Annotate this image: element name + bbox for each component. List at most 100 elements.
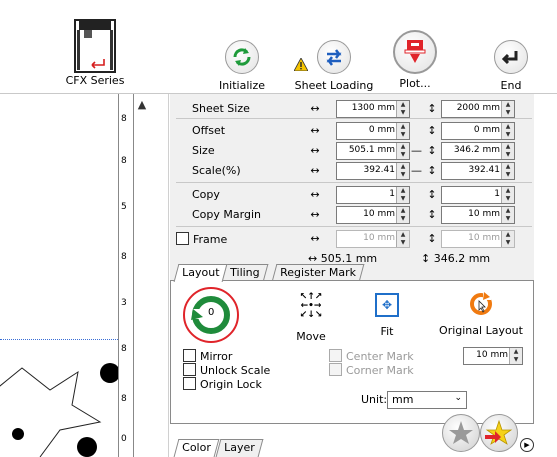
- plot-label: Plot...: [399, 77, 431, 90]
- checkbox-icon[interactable]: [176, 232, 189, 245]
- vertical-arrow-icon: ↕: [427, 144, 437, 157]
- warning-icon: [293, 57, 309, 74]
- spinner-icon[interactable]: ▲ ▼: [396, 101, 409, 117]
- vertical-arrow-icon: ↕: [427, 102, 437, 115]
- spinner-icon[interactable]: ▲ ▼: [396, 123, 409, 139]
- favorite-add-button[interactable]: [480, 414, 518, 452]
- device-label: CFX Series: [65, 74, 125, 87]
- ruler-tick: 3: [121, 298, 127, 308]
- sheet-size-row: Sheet Size ↔ 1300 mm ▲ ▼ ↕ 2000 mm ▲ ▼: [170, 98, 534, 120]
- scroll-up-button[interactable]: ▲: [135, 98, 149, 112]
- unit-value: mm: [392, 393, 414, 406]
- spinner-icon[interactable]: ▲ ▼: [501, 143, 514, 159]
- guide-line: [0, 339, 118, 340]
- checkbox-icon[interactable]: [329, 363, 342, 376]
- spinner-icon[interactable]: ▲ ▼: [396, 231, 409, 247]
- refresh-icon: [225, 40, 259, 74]
- unit-label: Unit:: [361, 393, 388, 406]
- checkbox-icon[interactable]: [183, 349, 196, 362]
- tab-color[interactable]: Color: [173, 439, 220, 457]
- return-arrow-icon: [494, 40, 528, 74]
- frame-label: Frame: [193, 233, 228, 246]
- frame-checkbox[interactable]: Frame: [176, 232, 227, 246]
- end-label: End: [500, 79, 522, 92]
- spinner-icon[interactable]: ▲ ▼: [396, 163, 409, 179]
- move-label: Move: [296, 330, 326, 343]
- divider: [176, 118, 532, 119]
- spinner-icon[interactable]: ▲ ▼: [396, 207, 409, 223]
- size-label: Size: [192, 144, 215, 157]
- checkbox-icon[interactable]: [329, 349, 342, 362]
- spinner-icon[interactable]: ▲ ▼: [396, 143, 409, 159]
- expand-icon[interactable]: ▶: [520, 438, 534, 452]
- mark-margin-input[interactable]: 10 mm ▲ ▼: [463, 347, 523, 365]
- frame-row: Frame ↔ 10 mm ▲ ▼ ↕ 10 mm ▲ ▼: [170, 228, 534, 250]
- horizontal-arrow-icon: ↔: [310, 164, 320, 177]
- copy-margin-x-input[interactable]: 10 mm ▲ ▼: [336, 206, 410, 224]
- spinner-icon[interactable]: ▲ ▼: [501, 231, 514, 247]
- star-shape[interactable]: [0, 360, 120, 457]
- scale-y-input[interactable]: 392.41 ▲ ▼: [441, 162, 515, 180]
- device-button[interactable]: CFX Series: [50, 17, 140, 87]
- copy-y-input[interactable]: 1 ▲ ▼: [441, 186, 515, 204]
- ruler-tick: 8: [121, 394, 127, 404]
- horizontal-arrow-icon: ↔: [310, 144, 320, 157]
- size-width-input[interactable]: 505.1 mm ▲ ▼: [336, 142, 410, 160]
- unlock-scale-checkbox[interactable]: Unlock Scale: [183, 363, 270, 377]
- settings-panel: Sheet Size ↔ 1300 mm ▲ ▼ ↕ 2000 mm ▲ ▼ Offse…: [170, 94, 534, 265]
- size-row: Size ↔ 505.1 mm ▲ ▼ — ↕ 346.2 mm ▲ ▼: [170, 140, 534, 162]
- favorite-remove-button[interactable]: [442, 414, 480, 452]
- ruler-tick: 5: [121, 202, 127, 212]
- rotate-button[interactable]: 0: [183, 287, 239, 343]
- offset-y-input[interactable]: 0 mm ▲ ▼: [441, 122, 515, 140]
- sheet-width-input[interactable]: 1300 mm ▲ ▼: [336, 100, 410, 118]
- cutter-pen-icon: [393, 30, 437, 74]
- ruler-tick: 8: [121, 156, 127, 166]
- ruler-tick: 8: [121, 344, 127, 354]
- frame-y-input[interactable]: 10 mm ▲ ▼: [441, 230, 515, 248]
- tab-layout[interactable]: Layout: [173, 264, 228, 282]
- size-height-input[interactable]: 346.2 mm ▲ ▼: [441, 142, 515, 160]
- offset-row: Offset ↔ 0 mm ▲ ▼ ↕ 0 mm ▲ ▼: [170, 120, 534, 142]
- scale-x-input[interactable]: 392.41 ▲ ▼: [336, 162, 410, 180]
- vertical-arrow-icon: ↕: [427, 188, 437, 201]
- sheet-height-input[interactable]: 2000 mm ▲ ▼: [441, 100, 515, 118]
- center-mark-checkbox[interactable]: Center Mark: [329, 349, 414, 363]
- checkbox-icon[interactable]: [183, 377, 196, 390]
- horizontal-arrow-icon: ↔: [310, 208, 320, 221]
- copy-margin-y-input[interactable]: 10 mm ▲ ▼: [441, 206, 515, 224]
- scale-row: Scale(%) ↔ 392.41 ▲ ▼ — ↕ 392.41 ▲ ▼: [170, 160, 534, 182]
- offset-x-input[interactable]: 0 mm ▲ ▼: [336, 122, 410, 140]
- refresh-cursor-icon: [470, 292, 492, 315]
- move-button[interactable]: ↖↑↗ ←•→ ↙↓↘ Move: [281, 292, 341, 344]
- scale-label: Scale(%): [192, 164, 241, 177]
- tab-layer[interactable]: Layer: [215, 439, 264, 457]
- copy-x-input[interactable]: 1 ▲ ▼: [336, 186, 410, 204]
- plot-button[interactable]: Plot...: [380, 30, 450, 90]
- sheet-size-label: Sheet Size: [192, 102, 250, 115]
- spinner-icon[interactable]: ▲ ▼: [501, 187, 514, 203]
- horizontal-arrow-icon: ↔: [310, 232, 320, 245]
- vertical-ruler: 8 8 5 8 3 8 8 0: [118, 94, 134, 457]
- mirror-checkbox[interactable]: Mirror: [183, 349, 232, 363]
- layout-tabs-area: Layout Tiling Register Mark 0 ↖↑↗ ←•→ ↙↓↘ …: [170, 264, 534, 424]
- vertical-arrow-icon: ↕: [427, 208, 437, 221]
- spinner-icon[interactable]: ▲ ▼: [501, 163, 514, 179]
- corner-mark-checkbox[interactable]: Corner Mark: [329, 363, 414, 377]
- original-layout-button[interactable]: Original Layout: [433, 291, 529, 337]
- initialize-button[interactable]: Initialize: [212, 40, 272, 92]
- rotate-value: 0: [208, 307, 215, 318]
- origin-lock-checkbox[interactable]: Origin Lock: [183, 377, 262, 391]
- frame-x-input[interactable]: 10 mm ▲ ▼: [336, 230, 410, 248]
- unit-select[interactable]: mm ⌄: [387, 391, 467, 409]
- spinner-icon[interactable]: ▲ ▼: [501, 207, 514, 223]
- horizontal-arrow-icon: ↔: [310, 102, 320, 115]
- spinner-icon[interactable]: ▲ ▼: [509, 348, 522, 364]
- spinner-icon[interactable]: ▲ ▼: [396, 187, 409, 203]
- checkbox-icon[interactable]: [183, 363, 196, 376]
- spinner-icon[interactable]: ▲ ▼: [501, 123, 514, 139]
- spinner-icon[interactable]: ▲ ▼: [501, 101, 514, 117]
- end-button[interactable]: End: [486, 40, 536, 92]
- move-arrows-icon: ↖↑↗ ←•→ ↙↓↘: [299, 292, 323, 320]
- fit-button[interactable]: ✥ Fit: [357, 293, 417, 338]
